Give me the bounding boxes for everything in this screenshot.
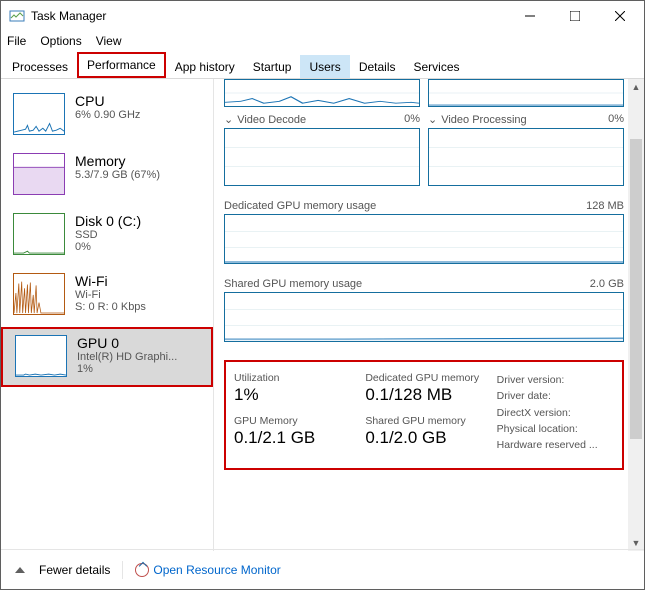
scroll-up-icon[interactable]: ▲ — [628, 79, 644, 95]
resource-monitor-link[interactable]: Open Resource Monitor — [135, 563, 280, 577]
fewer-details-link[interactable]: Fewer details — [39, 563, 110, 577]
menu-options[interactable]: Options — [40, 34, 81, 48]
tab-strip: Processes Performance App history Startu… — [1, 53, 644, 79]
chart-3d — [224, 79, 420, 107]
sidebar-item-cpu[interactable]: CPU6% 0.90 GHz — [1, 87, 213, 147]
window-buttons — [507, 1, 642, 31]
stat-shared-label: Shared GPU memory — [365, 415, 482, 427]
video-decode-label: Video Decode — [237, 114, 306, 126]
stat-directx: DirectX version: — [497, 405, 614, 421]
shared-memory-value: 2.0 GB — [590, 278, 624, 290]
stats-panel: Utilization 1% GPU Memory 0.1/2.1 GB Ded… — [224, 360, 624, 470]
window-title: Task Manager — [31, 9, 106, 23]
video-processing-value: 0% — [608, 113, 624, 126]
stat-gpumem-label: GPU Memory — [234, 415, 351, 427]
tab-users[interactable]: Users — [300, 55, 349, 78]
stat-gpumem-value: 0.1/2.1 GB — [234, 428, 351, 448]
tab-services[interactable]: Services — [405, 55, 469, 78]
sidebar-item-wifi[interactable]: Wi-FiWi-FiS: 0 R: 0 Kbps — [1, 267, 213, 327]
chevron-up-icon[interactable] — [15, 567, 25, 573]
sidebar-item-memory[interactable]: Memory5.3/7.9 GB (67%) — [1, 147, 213, 207]
stat-utilization-value: 1% — [234, 385, 351, 405]
maximize-button[interactable] — [552, 1, 597, 31]
tab-performance[interactable]: Performance — [77, 52, 166, 78]
tab-processes[interactable]: Processes — [3, 55, 77, 78]
stat-driver-version: Driver version: — [497, 372, 614, 388]
scrollbar[interactable]: ▲ ▼ — [628, 79, 644, 551]
stat-physical-location: Physical location: — [497, 421, 614, 437]
chart-video-decode — [224, 128, 420, 186]
sidebar-item-label: GPU 0 — [77, 335, 177, 351]
footer: Fewer details Open Resource Monitor — [1, 549, 644, 589]
video-decode-value: 0% — [404, 113, 420, 126]
close-button[interactable] — [597, 1, 642, 31]
stat-dedicated-label: Dedicated GPU memory — [365, 372, 482, 384]
app-icon — [9, 8, 25, 24]
shared-memory-label: Shared GPU memory usage — [224, 278, 362, 290]
chart-copy — [428, 79, 624, 107]
sidebar-item-gpu[interactable]: GPU 0Intel(R) HD Graphi...1% — [1, 327, 213, 387]
minimize-button[interactable] — [507, 1, 552, 31]
stat-utilization-label: Utilization — [234, 372, 351, 384]
dedicated-memory-label: Dedicated GPU memory usage — [224, 200, 376, 212]
stat-driver-date: Driver date: — [497, 388, 614, 404]
tab-details[interactable]: Details — [350, 55, 405, 78]
sidebar-item-label: Disk 0 (C:) — [75, 213, 141, 229]
chevron-down-icon[interactable]: ⌄ — [428, 114, 437, 126]
menu-bar: File Options View — [1, 31, 644, 51]
scroll-thumb[interactable] — [630, 139, 642, 439]
sidebar-item-label: CPU — [75, 93, 140, 109]
chart-shared-memory — [224, 292, 624, 342]
stat-hardware-reserved: Hardware reserved ... — [497, 437, 614, 453]
stat-dedicated-value: 0.1/128 MB — [365, 385, 482, 405]
stat-shared-value: 0.1/2.0 GB — [365, 428, 482, 448]
sidebar: CPU6% 0.90 GHz Memory5.3/7.9 GB (67%) Di… — [1, 79, 214, 551]
divider — [122, 561, 123, 579]
chevron-down-icon[interactable]: ⌄ — [224, 114, 233, 126]
sidebar-item-label: Memory — [75, 153, 160, 169]
tab-app-history[interactable]: App history — [166, 55, 244, 78]
menu-view[interactable]: View — [96, 34, 122, 48]
title-bar: Task Manager — [1, 1, 644, 31]
video-processing-label: Video Processing — [441, 114, 526, 126]
sidebar-item-disk[interactable]: Disk 0 (C:)SSD0% — [1, 207, 213, 267]
sidebar-item-label: Wi-Fi — [75, 273, 146, 289]
resource-monitor-icon — [135, 563, 149, 577]
detail-pane: ▲ ▼ ⌄ Video Decode 0% ⌄ Video Processing 0% — [214, 79, 644, 551]
chart-dedicated-memory — [224, 214, 624, 264]
dedicated-memory-value: 128 MB — [586, 200, 624, 212]
chart-video-processing — [428, 128, 624, 186]
tab-startup[interactable]: Startup — [244, 55, 301, 78]
menu-file[interactable]: File — [7, 34, 26, 48]
